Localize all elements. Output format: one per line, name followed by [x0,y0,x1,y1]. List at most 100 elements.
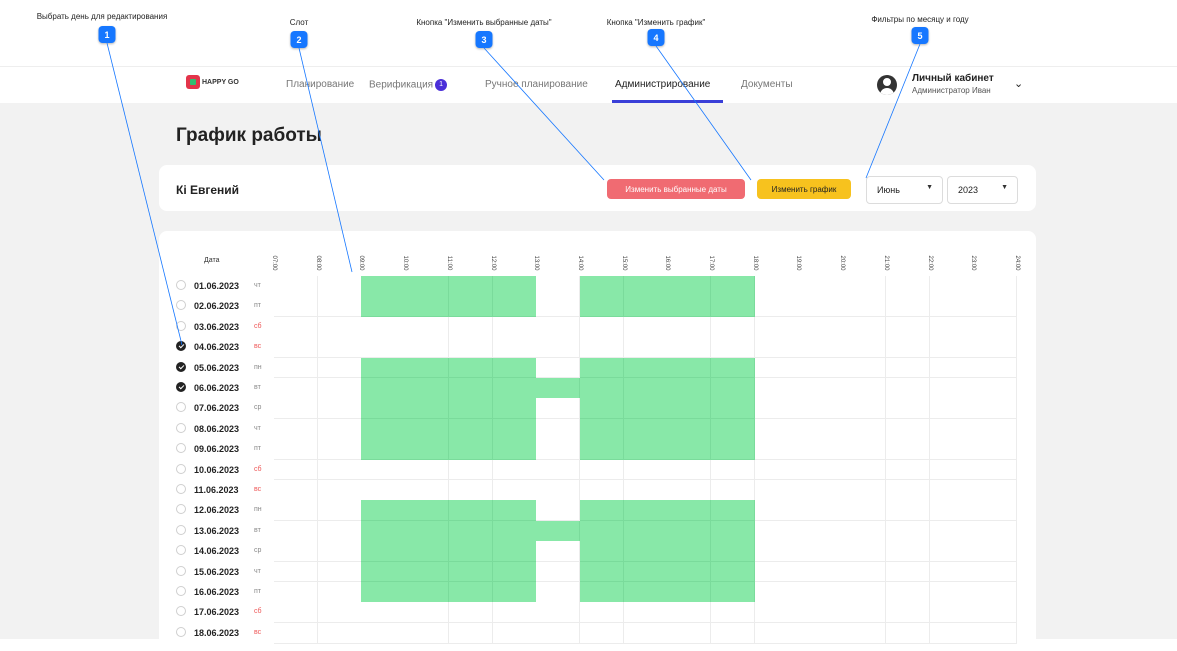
empty-slot[interactable] [842,582,887,603]
empty-slot[interactable] [667,602,712,624]
day-select-checkbox[interactable] [176,463,186,474]
empty-slot[interactable] [842,520,887,542]
work-slot[interactable] [623,439,668,461]
empty-slot[interactable] [623,622,668,644]
empty-slot[interactable] [842,316,887,338]
empty-slot[interactable] [842,541,887,563]
empty-slot[interactable] [448,337,493,359]
empty-slot[interactable] [536,337,581,359]
day-select-checkbox[interactable] [176,545,186,556]
empty-slot[interactable] [754,398,799,420]
empty-slot[interactable] [973,439,1018,461]
work-slot[interactable] [361,378,406,399]
empty-slot[interactable] [929,439,974,461]
empty-slot[interactable] [536,561,581,583]
work-slot[interactable] [623,357,668,379]
day-select-checkbox[interactable] [176,382,186,392]
empty-slot[interactable] [536,398,581,420]
empty-slot[interactable] [361,480,406,501]
empty-slot[interactable] [973,582,1018,603]
empty-slot[interactable] [973,316,1018,338]
empty-slot[interactable] [317,418,362,440]
day-select-checkbox[interactable] [176,341,186,352]
empty-slot[interactable] [448,459,493,481]
empty-slot[interactable] [842,480,887,501]
empty-slot[interactable] [798,276,843,297]
work-slot[interactable] [667,582,712,603]
empty-slot[interactable] [885,561,930,583]
empty-slot[interactable] [536,602,581,624]
work-slot[interactable] [448,276,493,297]
work-slot[interactable] [667,500,712,522]
empty-slot[interactable] [274,276,319,297]
empty-slot[interactable] [274,500,319,522]
empty-slot[interactable] [274,480,319,501]
work-slot[interactable] [623,378,668,399]
empty-slot[interactable] [929,520,974,542]
day-select-checkbox[interactable] [176,524,186,535]
empty-slot[interactable] [973,561,1018,583]
work-slot[interactable] [623,296,668,318]
work-slot[interactable] [405,378,450,399]
work-slot[interactable] [623,541,668,563]
empty-slot[interactable] [754,296,799,318]
work-slot[interactable] [667,398,712,420]
empty-slot[interactable] [274,357,319,379]
empty-slot[interactable] [798,459,843,481]
work-slot[interactable] [667,378,712,399]
empty-slot[interactable] [842,276,887,297]
empty-slot[interactable] [885,500,930,522]
empty-slot[interactable] [754,582,799,603]
empty-slot[interactable] [754,276,799,297]
empty-slot[interactable] [274,337,319,359]
empty-slot[interactable] [448,316,493,338]
empty-slot[interactable] [536,439,581,461]
empty-slot[interactable] [973,480,1018,501]
empty-slot[interactable] [361,459,406,481]
empty-slot[interactable] [492,459,537,481]
empty-slot[interactable] [492,480,537,501]
nav-item-planning[interactable]: Планирование [286,79,354,90]
work-slot[interactable] [711,276,756,297]
empty-slot[interactable] [274,622,319,644]
work-slot[interactable] [579,378,625,399]
empty-slot[interactable] [711,622,756,644]
work-slot[interactable] [623,418,668,440]
empty-slot[interactable] [536,316,581,338]
empty-slot[interactable] [711,480,756,501]
user-avatar-icon[interactable] [877,75,897,95]
work-slot[interactable] [711,418,756,440]
empty-slot[interactable] [317,398,362,420]
empty-slot[interactable] [885,418,930,440]
empty-slot[interactable] [711,337,756,359]
empty-slot[interactable] [317,541,362,563]
empty-slot[interactable] [842,378,887,399]
work-slot[interactable] [405,439,450,461]
empty-slot[interactable] [929,500,974,522]
empty-slot[interactable] [274,561,319,583]
empty-slot[interactable] [317,357,362,379]
empty-slot[interactable] [842,500,887,522]
empty-slot[interactable] [798,541,843,563]
day-select-checkbox[interactable] [176,320,186,331]
empty-slot[interactable] [361,316,406,338]
empty-slot[interactable] [492,622,537,644]
empty-slot[interactable] [579,622,625,644]
day-select-checkbox[interactable] [176,586,186,596]
empty-slot[interactable] [798,480,843,501]
empty-slot[interactable] [973,500,1018,522]
empty-slot[interactable] [929,276,974,297]
empty-slot[interactable] [973,398,1018,420]
empty-slot[interactable] [798,398,843,420]
empty-slot[interactable] [973,378,1018,399]
empty-slot[interactable] [274,378,319,399]
empty-slot[interactable] [929,561,974,583]
empty-slot[interactable] [536,480,581,501]
work-slot[interactable] [448,561,493,583]
empty-slot[interactable] [492,316,537,338]
empty-slot[interactable] [317,337,362,359]
work-slot[interactable] [448,418,493,440]
work-slot[interactable] [579,296,625,318]
empty-slot[interactable] [885,582,930,603]
empty-slot[interactable] [798,520,843,542]
